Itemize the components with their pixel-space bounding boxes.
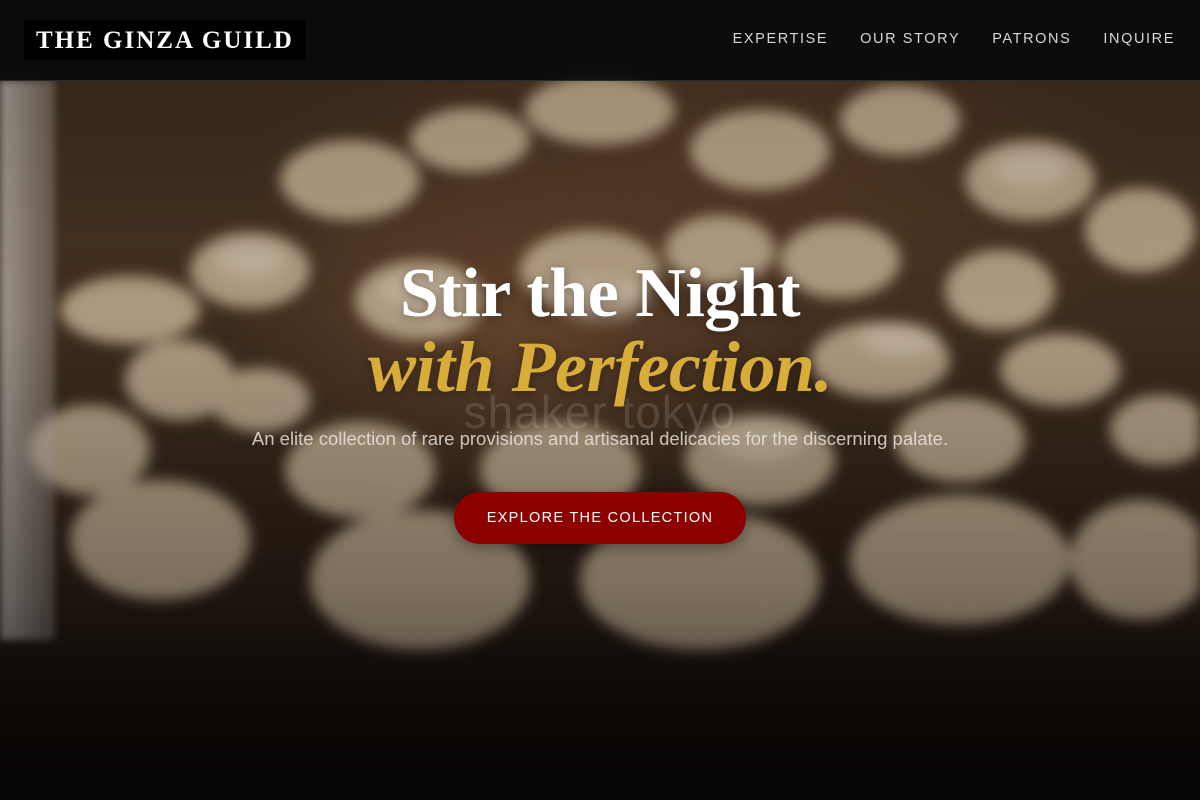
main-nav: EXPERTISE OUR STORY PATRONS INQUIRE — [701, 29, 1175, 49]
nav-patrons[interactable]: PATRONS — [992, 29, 1071, 49]
hero-section: shaker tokyo Stir the Night with Perfect… — [0, 0, 1200, 800]
headline-line-2: with Perfection. — [368, 327, 832, 407]
explore-collection-button[interactable]: EXPLORE THE COLLECTION — [454, 492, 746, 544]
nav-expertise[interactable]: EXPERTISE — [733, 29, 829, 49]
nav-inquire[interactable]: INQUIRE — [1103, 29, 1175, 49]
nav-our-story[interactable]: OUR STORY — [860, 29, 960, 49]
site-logo[interactable]: THE GINZA GUILD — [24, 20, 306, 60]
hero-tagline: An elite collection of rare provisions a… — [251, 428, 949, 449]
site-header: THE GINZA GUILD EXPERTISE OUR STORY PATR… — [0, 0, 1200, 81]
